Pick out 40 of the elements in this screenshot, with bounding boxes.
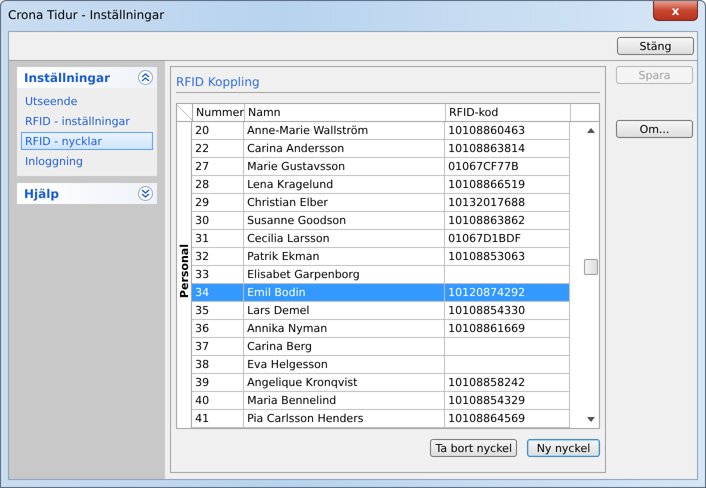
- section-title[interactable]: Hjälp: [24, 186, 59, 200]
- table-row[interactable]: 38 Eva Helgesson: [192, 356, 570, 374]
- table-row[interactable]: 40 Maria Bennelind 10108854329: [192, 392, 570, 410]
- collapse-icon[interactable]: [138, 70, 153, 85]
- table-row[interactable]: 39 Angelique Kronqvist 10108858242: [192, 374, 570, 392]
- table-row[interactable]: 30 Susanne Goodson 10108863862: [192, 212, 570, 230]
- column-header[interactable]: Namn: [245, 104, 446, 121]
- table-row[interactable]: 27 Marie Gustavsson 01067CF77B: [192, 158, 570, 176]
- table-row[interactable]: 41 Pia Carlsson Henders 10108864569: [192, 410, 570, 428]
- close-window-button[interactable]: Stäng: [617, 37, 694, 55]
- column-header[interactable]: RFID-kod: [446, 104, 571, 121]
- expand-icon[interactable]: [138, 186, 153, 201]
- table-cell: 10108864569: [445, 410, 570, 428]
- remove-key-button[interactable]: Ta bort nyckel: [430, 439, 517, 457]
- about-button[interactable]: Om...: [616, 120, 693, 138]
- scroll-thumb[interactable]: [584, 259, 598, 275]
- sidebar-item[interactable]: RFID - inställningar: [21, 112, 153, 130]
- sidebar-item[interactable]: RFID - nycklar: [21, 132, 153, 150]
- table-row[interactable]: 20 Anne-Marie Wallström 10108860463: [192, 122, 570, 140]
- scroll-up-icon[interactable]: [587, 128, 596, 133]
- column-header[interactable]: Nummer: [193, 104, 245, 121]
- table-row[interactable]: 33 Elisabet Garpenborg: [192, 266, 570, 284]
- table-row[interactable]: 32 Patrik Ekman 10108853063: [192, 248, 570, 266]
- sidebar-item[interactable]: Utseende: [21, 92, 153, 110]
- sidebar-item[interactable]: Inloggning: [21, 152, 153, 170]
- table-row[interactable]: 28 Lena Kragelund 10108866519: [192, 176, 570, 194]
- group-label: Personal: [178, 244, 191, 298]
- table-row[interactable]: 36 Annika Nyman 10108861669: [192, 320, 570, 338]
- table-cell: 41: [192, 410, 244, 428]
- new-key-button[interactable]: Ny nyckel: [527, 439, 600, 457]
- table-row[interactable]: 29 Christian Elber 10132017688: [192, 194, 570, 212]
- close-button[interactable]: x: [653, 1, 698, 21]
- table-row[interactable]: 31 Cecilia Larsson 01067D1BDF: [192, 230, 570, 248]
- table-row[interactable]: 22 Carina Andersson 10108863814: [192, 140, 570, 158]
- window-title: Crona Tidur - Inställningar: [8, 8, 164, 22]
- table-cell: Pia Carlsson Henders: [244, 410, 446, 428]
- table-row[interactable]: 35 Lars Demel 10108854330: [192, 302, 570, 320]
- scroll-down-icon[interactable]: [587, 417, 596, 422]
- panel-title: RFID Koppling: [176, 73, 600, 93]
- table-row[interactable]: 37 Carina Berg: [192, 338, 570, 356]
